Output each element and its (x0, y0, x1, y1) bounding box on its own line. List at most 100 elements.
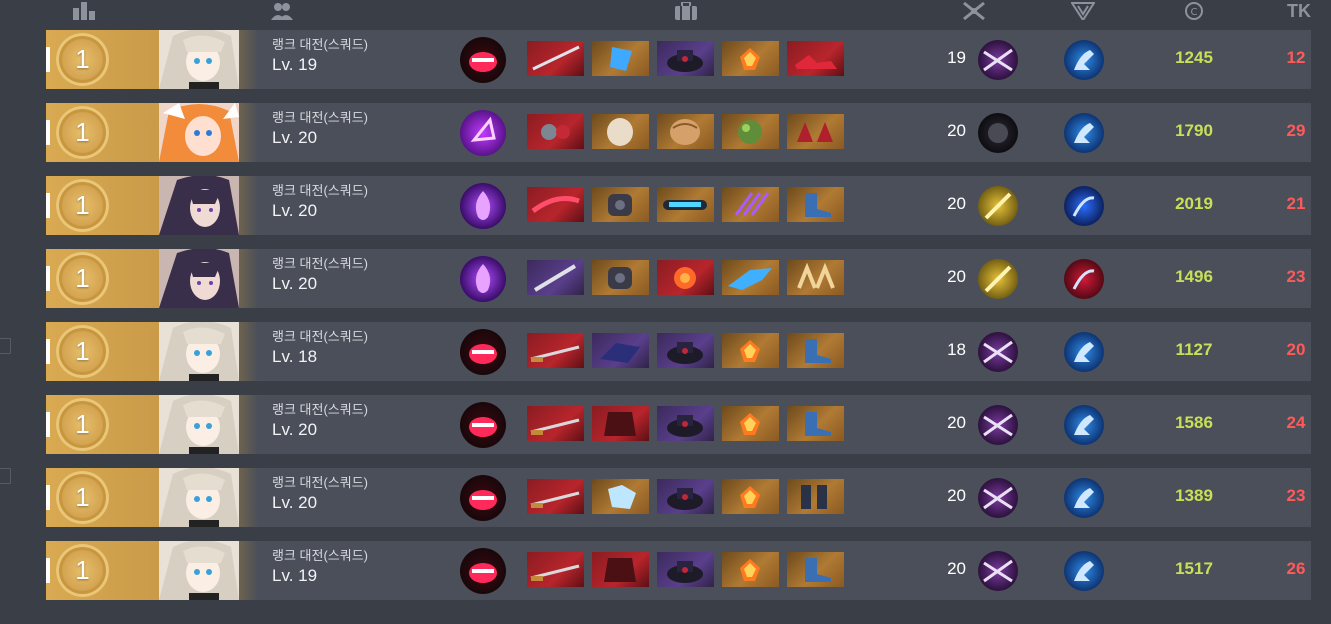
emblem-badge-icon[interactable] (1064, 478, 1104, 518)
equipment-slot-4-icon[interactable] (722, 41, 779, 76)
equipment-slot-1-icon[interactable] (527, 187, 584, 222)
equipment-slot-2-icon[interactable] (592, 406, 649, 441)
rank-number: 1 (75, 555, 90, 585)
equipment-slot-4-icon[interactable] (722, 406, 779, 441)
weapon-badge-icon[interactable] (978, 40, 1018, 80)
character-portrait[interactable] (159, 322, 239, 381)
equipment-slot-1-icon[interactable] (527, 41, 584, 76)
credit-icon[interactable]: C (1182, 2, 1206, 20)
weapon-badge-icon[interactable] (978, 478, 1018, 518)
player-row[interactable]: 1 랭크 대전(스쿼드) Lv. 19 19 1245 12 (46, 30, 1311, 89)
equipment-slot-2-icon[interactable] (592, 187, 649, 222)
equipment-slot-3-icon[interactable] (657, 114, 714, 149)
equipment-slot-2-icon[interactable] (592, 41, 649, 76)
character-portrait[interactable] (159, 103, 239, 162)
weapon-badge-icon[interactable] (978, 405, 1018, 445)
equipment-slot-4-icon[interactable] (722, 187, 779, 222)
character-portrait[interactable] (159, 541, 239, 600)
equipment-slot-2-icon[interactable] (592, 114, 649, 149)
skill-icon[interactable] (460, 183, 506, 229)
skill-icon[interactable] (460, 475, 506, 521)
equipment-slot-5-icon[interactable] (787, 333, 844, 368)
character-portrait[interactable] (159, 468, 239, 527)
player-row[interactable]: 1 랭크 대전(스쿼드) Lv. 19 20 1517 26 (46, 541, 1311, 600)
weapon-badge-icon[interactable] (978, 551, 1018, 591)
equipment-slot-5-icon[interactable] (787, 41, 844, 76)
equipment-slot-4-icon[interactable] (722, 552, 779, 587)
player-row[interactable]: 1 랭크 대전(스쿼드) Lv. 20 20 1496 23 (46, 249, 1311, 308)
equipment-bag-icon[interactable] (674, 2, 698, 20)
emblem-badge-icon[interactable] (1064, 551, 1104, 591)
equipment-slot-5-icon[interactable] (787, 187, 844, 222)
svg-text:C: C (1191, 7, 1198, 18)
character-portrait[interactable] (159, 176, 239, 235)
skill-icon[interactable] (460, 110, 506, 156)
equipment-slot-2-icon[interactable] (592, 552, 649, 587)
team-kills: 12 (1286, 48, 1306, 67)
weapon-badge-icon[interactable] (978, 186, 1018, 226)
equipment-slot-4-icon[interactable] (722, 333, 779, 368)
weapon-level: 20 (947, 413, 966, 432)
rank-bar-icon[interactable] (72, 2, 96, 20)
equipment-slot-1-icon[interactable] (527, 260, 584, 295)
rank-number: 1 (75, 44, 90, 74)
weapon-badge-icon[interactable] (978, 259, 1018, 299)
match-mode-label: 랭크 대전(스쿼드) (272, 256, 368, 271)
equipment-slot-1-icon[interactable] (527, 114, 584, 149)
equipment-slot-5-icon[interactable] (787, 479, 844, 514)
player-row[interactable]: 1 랭크 대전(스쿼드) Lv. 20 20 1790 29 (46, 103, 1311, 162)
player-level: Lv. 19 (272, 55, 318, 74)
match-info: 랭크 대전(스쿼드) Lv. 20 (272, 256, 368, 296)
equipment-slot-3-icon[interactable] (657, 552, 714, 587)
equipment-slot-3-icon[interactable] (657, 333, 714, 368)
character-portrait[interactable] (159, 249, 239, 308)
equipment-slot-4-icon[interactable] (722, 479, 779, 514)
equipment-slot-4-icon[interactable] (722, 114, 779, 149)
weapon-badge-icon[interactable] (978, 113, 1018, 153)
skill-icon[interactable] (460, 402, 506, 448)
emblem-icon[interactable] (1071, 2, 1095, 20)
emblem-badge-icon[interactable] (1064, 405, 1104, 445)
skill-icon[interactable] (460, 548, 506, 594)
skill-icon[interactable] (460, 256, 506, 302)
equipment-slot-3-icon[interactable] (657, 406, 714, 441)
equipment-slot-5-icon[interactable] (787, 552, 844, 587)
skill-icon[interactable] (460, 37, 506, 83)
equipment-slot-1-icon[interactable] (527, 479, 584, 514)
character-portrait[interactable] (159, 395, 239, 454)
equipment-slot-2-icon[interactable] (592, 260, 649, 295)
equipment-slot-2-icon[interactable] (592, 479, 649, 514)
skill-icon[interactable] (460, 329, 506, 375)
equipment-slot-3-icon[interactable] (657, 41, 714, 76)
equipment-slot-5-icon[interactable] (787, 114, 844, 149)
equipment-slot-1-icon[interactable] (527, 406, 584, 441)
weapon-badge-icon[interactable] (978, 332, 1018, 372)
equipment-slot-3-icon[interactable] (657, 187, 714, 222)
rank-banner: 1 (46, 103, 258, 162)
credit-score: 1790 (1175, 121, 1213, 140)
equipment-slot-3-icon[interactable] (657, 479, 714, 514)
emblem-badge-icon[interactable] (1064, 259, 1104, 299)
player-row[interactable]: 1 랭크 대전(스쿼드) Lv. 20 20 1586 24 (46, 395, 1311, 454)
player-row[interactable]: 1 랭크 대전(스쿼드) Lv. 20 20 2019 21 (46, 176, 1311, 235)
equipment-slot-1-icon[interactable] (527, 333, 584, 368)
player-row[interactable]: 1 랭크 대전(스쿼드) Lv. 20 20 1389 23 (46, 468, 1311, 527)
equipment-slot-5-icon[interactable] (787, 406, 844, 441)
character-portrait[interactable] (159, 30, 239, 89)
party-icon[interactable] (270, 2, 294, 20)
emblem-badge-icon[interactable] (1064, 332, 1104, 372)
emblem-badge-icon[interactable] (1064, 40, 1104, 80)
team-kills: 29 (1286, 121, 1306, 140)
equipment-slot-4-icon[interactable] (722, 260, 779, 295)
emblem-badge-icon[interactable] (1064, 186, 1104, 226)
equipment-slot-1-icon[interactable] (527, 552, 584, 587)
player-row[interactable]: 1 랭크 대전(스쿼드) Lv. 18 18 1127 20 (46, 322, 1311, 381)
equipment-slot-5-icon[interactable] (787, 260, 844, 295)
equipment-slot-2-icon[interactable] (592, 333, 649, 368)
equipment-slot-3-icon[interactable] (657, 260, 714, 295)
kills-header-label[interactable]: TK (1284, 1, 1314, 21)
match-mode-label: 랭크 대전(스쿼드) (272, 110, 368, 125)
match-mode-label: 랭크 대전(스쿼드) (272, 183, 368, 198)
emblem-badge-icon[interactable] (1064, 113, 1104, 153)
weapon-crossed-icon[interactable] (962, 2, 986, 20)
